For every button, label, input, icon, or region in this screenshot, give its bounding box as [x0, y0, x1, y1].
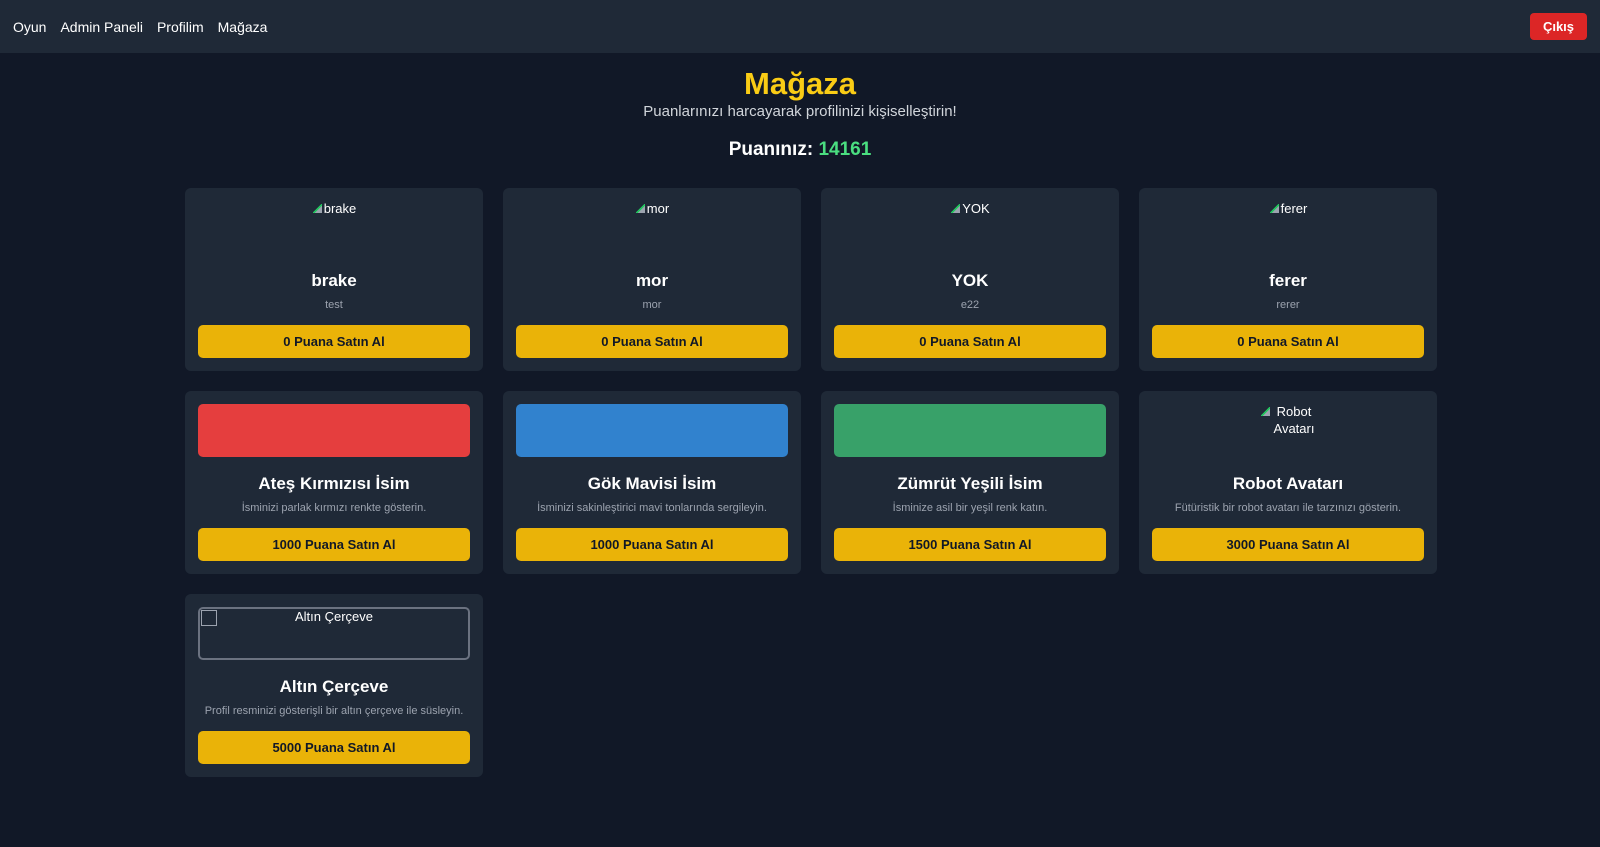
logout-button[interactable]: Çıkış: [1530, 13, 1587, 40]
item-name: Robot Avatarı: [1232, 474, 1344, 494]
color-swatch-red: [198, 404, 470, 458]
item-image: mor: [516, 201, 788, 254]
broken-image-icon: [1269, 203, 1279, 214]
points-display: Puanınız: 14161: [0, 139, 1600, 161]
nav-link-oyun[interactable]: Oyun: [13, 19, 46, 35]
buy-button[interactable]: 5000 Puana Satın Al: [198, 731, 470, 765]
item-image-alt: mor: [646, 201, 670, 217]
nav-link-profilim[interactable]: Profilim: [157, 19, 204, 35]
item-image-frame: Altın Çerçeve: [198, 607, 470, 661]
buy-button[interactable]: 1000 Puana Satın Al: [516, 528, 788, 562]
buy-button[interactable]: 0 Puana Satın Al: [834, 325, 1106, 359]
item-image: brake: [198, 201, 470, 254]
shop-item-card: mor mor mor 0 Puana Satın Al: [503, 188, 801, 372]
item-image: YOK: [834, 201, 1106, 254]
item-name: brake: [311, 271, 357, 291]
item-name: YOK: [951, 271, 989, 291]
buy-button[interactable]: 3000 Puana Satın Al: [1152, 528, 1424, 562]
nav-link-admin-paneli[interactable]: Admin Paneli: [60, 19, 143, 35]
item-description: Profil resminizi gösterişli bir altın çe…: [204, 705, 464, 718]
item-image-alt: ferer: [1280, 201, 1308, 217]
buy-button[interactable]: 1000 Puana Satın Al: [198, 528, 470, 562]
item-image-alt: Altın Çerçeve: [294, 609, 374, 625]
item-image-alt: brake: [323, 201, 357, 217]
buy-button[interactable]: 1500 Puana Satın Al: [834, 528, 1106, 562]
shop-item-card: Ateş Kırmızısı İsim İsminizi parlak kırm…: [185, 391, 483, 575]
broken-image-icon: [201, 610, 217, 627]
item-name: Zümrüt Yeşili İsim: [897, 474, 1043, 494]
top-navbar: Oyun Admin Paneli Profilim Mağaza Çıkış: [0, 0, 1600, 53]
item-description: test: [325, 299, 343, 312]
shop-item-card: ferer ferer rerer 0 Puana Satın Al: [1139, 188, 1437, 372]
item-description: mor: [642, 299, 662, 312]
item-description: İsminize asil bir yeşil renk katın.: [892, 502, 1048, 515]
item-image: ferer: [1152, 201, 1424, 254]
shop-item-card: Altın Çerçeve Altın Çerçeve Profil resmi…: [185, 594, 483, 778]
broken-image-icon: [1260, 406, 1270, 417]
shop-item-card: YOK YOK e22 0 Puana Satın Al: [821, 188, 1119, 372]
buy-button[interactable]: 0 Puana Satın Al: [198, 325, 470, 359]
color-swatch-green: [834, 404, 1106, 458]
item-description: Fütüristik bir robot avatarı ile tarzını…: [1174, 502, 1402, 515]
item-description: e22: [960, 299, 980, 312]
item-name: Altın Çerçeve: [279, 677, 389, 697]
page-subtitle: Puanlarınızı harcayarak profilinizi kişi…: [643, 103, 957, 121]
nav-links: Oyun Admin Paneli Profilim Mağaza: [13, 19, 267, 35]
buy-button[interactable]: 0 Puana Satın Al: [1152, 325, 1424, 359]
item-image: Robot Avatarı: [1152, 404, 1424, 457]
points-value: 14161: [818, 139, 872, 161]
shop-item-card: Zümrüt Yeşili İsim İsminize asil bir yeş…: [821, 391, 1119, 575]
shop-item-card: brake brake test 0 Puana Satın Al: [185, 188, 483, 372]
item-description: rerer: [1276, 299, 1300, 312]
item-description: İsminizi sakinleştirici mavi tonlarında …: [537, 502, 767, 515]
shop-item-card: Gök Mavisi İsim İsminizi sakinleştirici …: [503, 391, 801, 575]
buy-button[interactable]: 0 Puana Satın Al: [516, 325, 788, 359]
color-swatch-blue: [516, 404, 788, 458]
broken-image-icon: [312, 203, 322, 214]
shop-items-grid: brake brake test 0 Puana Satın Al mor mo…: [185, 188, 1437, 778]
item-name: mor: [635, 271, 669, 291]
item-image-alt: Robot Avatarı: [1273, 404, 1315, 436]
item-name: Gök Mavisi İsim: [587, 474, 717, 494]
item-name: ferer: [1269, 271, 1307, 291]
broken-image-icon: [635, 203, 645, 214]
item-image-alt: YOK: [962, 201, 990, 217]
broken-image-icon: [950, 203, 961, 214]
item-description: İsminizi parlak kırmızı renkte gösterin.: [241, 502, 427, 515]
nav-link-magaza[interactable]: Mağaza: [218, 19, 268, 35]
page-title: Mağaza: [744, 66, 856, 101]
shop-item-card: Robot Avatarı Robot Avatarı Fütüristik b…: [1139, 391, 1437, 575]
page-header: Mağaza Puanlarınızı harcayarak profilini…: [0, 66, 1600, 161]
item-name: Ateş Kırmızısı İsim: [258, 474, 410, 494]
points-label: Puanınız:: [728, 139, 814, 161]
